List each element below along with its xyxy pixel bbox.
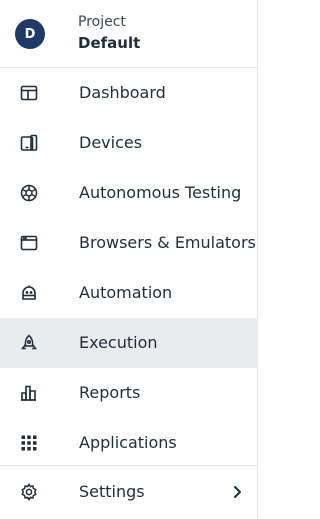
- project-name: Default: [78, 34, 141, 52]
- project-switcher[interactable]: D Project Default: [0, 0, 258, 68]
- sidebar-item-reports[interactable]: Reports: [0, 368, 258, 418]
- sidebar-item-label: Devices: [79, 133, 143, 152]
- sidebar-item-execution[interactable]: Execution: [0, 318, 258, 368]
- sidebar-item-label: Reports: [79, 383, 141, 402]
- sidebar-item-label: Browsers & Emulators: [79, 233, 256, 252]
- robot-icon: [19, 283, 39, 303]
- sidebar-item-label: Applications: [79, 433, 177, 452]
- dashboard-icon: [19, 83, 39, 103]
- sidebar-item-browsers-emulators[interactable]: Browsers & Emulators: [0, 218, 258, 268]
- sidebar-item-label: Automation: [79, 283, 173, 302]
- sidebar-item-devices[interactable]: Devices: [0, 118, 258, 168]
- sidebar-item-autonomous-testing[interactable]: Autonomous Testing: [0, 168, 258, 218]
- sidebar-item-dashboard[interactable]: Dashboard: [0, 68, 258, 118]
- chevron-right-icon[interactable]: [230, 482, 246, 502]
- sidebar-item-label: Settings: [79, 482, 145, 501]
- gear-icon: [19, 482, 39, 502]
- content-area-edge: [258, 0, 278, 519]
- sidebar-item-label: Execution: [79, 333, 158, 352]
- sidebar-item-applications[interactable]: Applications: [0, 418, 258, 468]
- avatar: D: [15, 19, 45, 49]
- rocket-icon: [19, 333, 39, 353]
- autonomous-testing-icon: [19, 183, 39, 203]
- project-label: Project: [78, 14, 126, 30]
- sidebar-item-label: Dashboard: [79, 83, 166, 102]
- sidebar-item-automation[interactable]: Automation: [0, 268, 258, 318]
- sidebar-item-label: Autonomous Testing: [79, 183, 242, 202]
- sidebar-item-settings[interactable]: Settings: [0, 465, 258, 519]
- browser-icon: [19, 233, 39, 253]
- sidebar: D Project Default Dashboard Devices Auto…: [0, 0, 258, 519]
- reports-icon: [19, 383, 39, 403]
- devices-icon: [19, 133, 39, 153]
- apps-grid-icon: [19, 433, 39, 453]
